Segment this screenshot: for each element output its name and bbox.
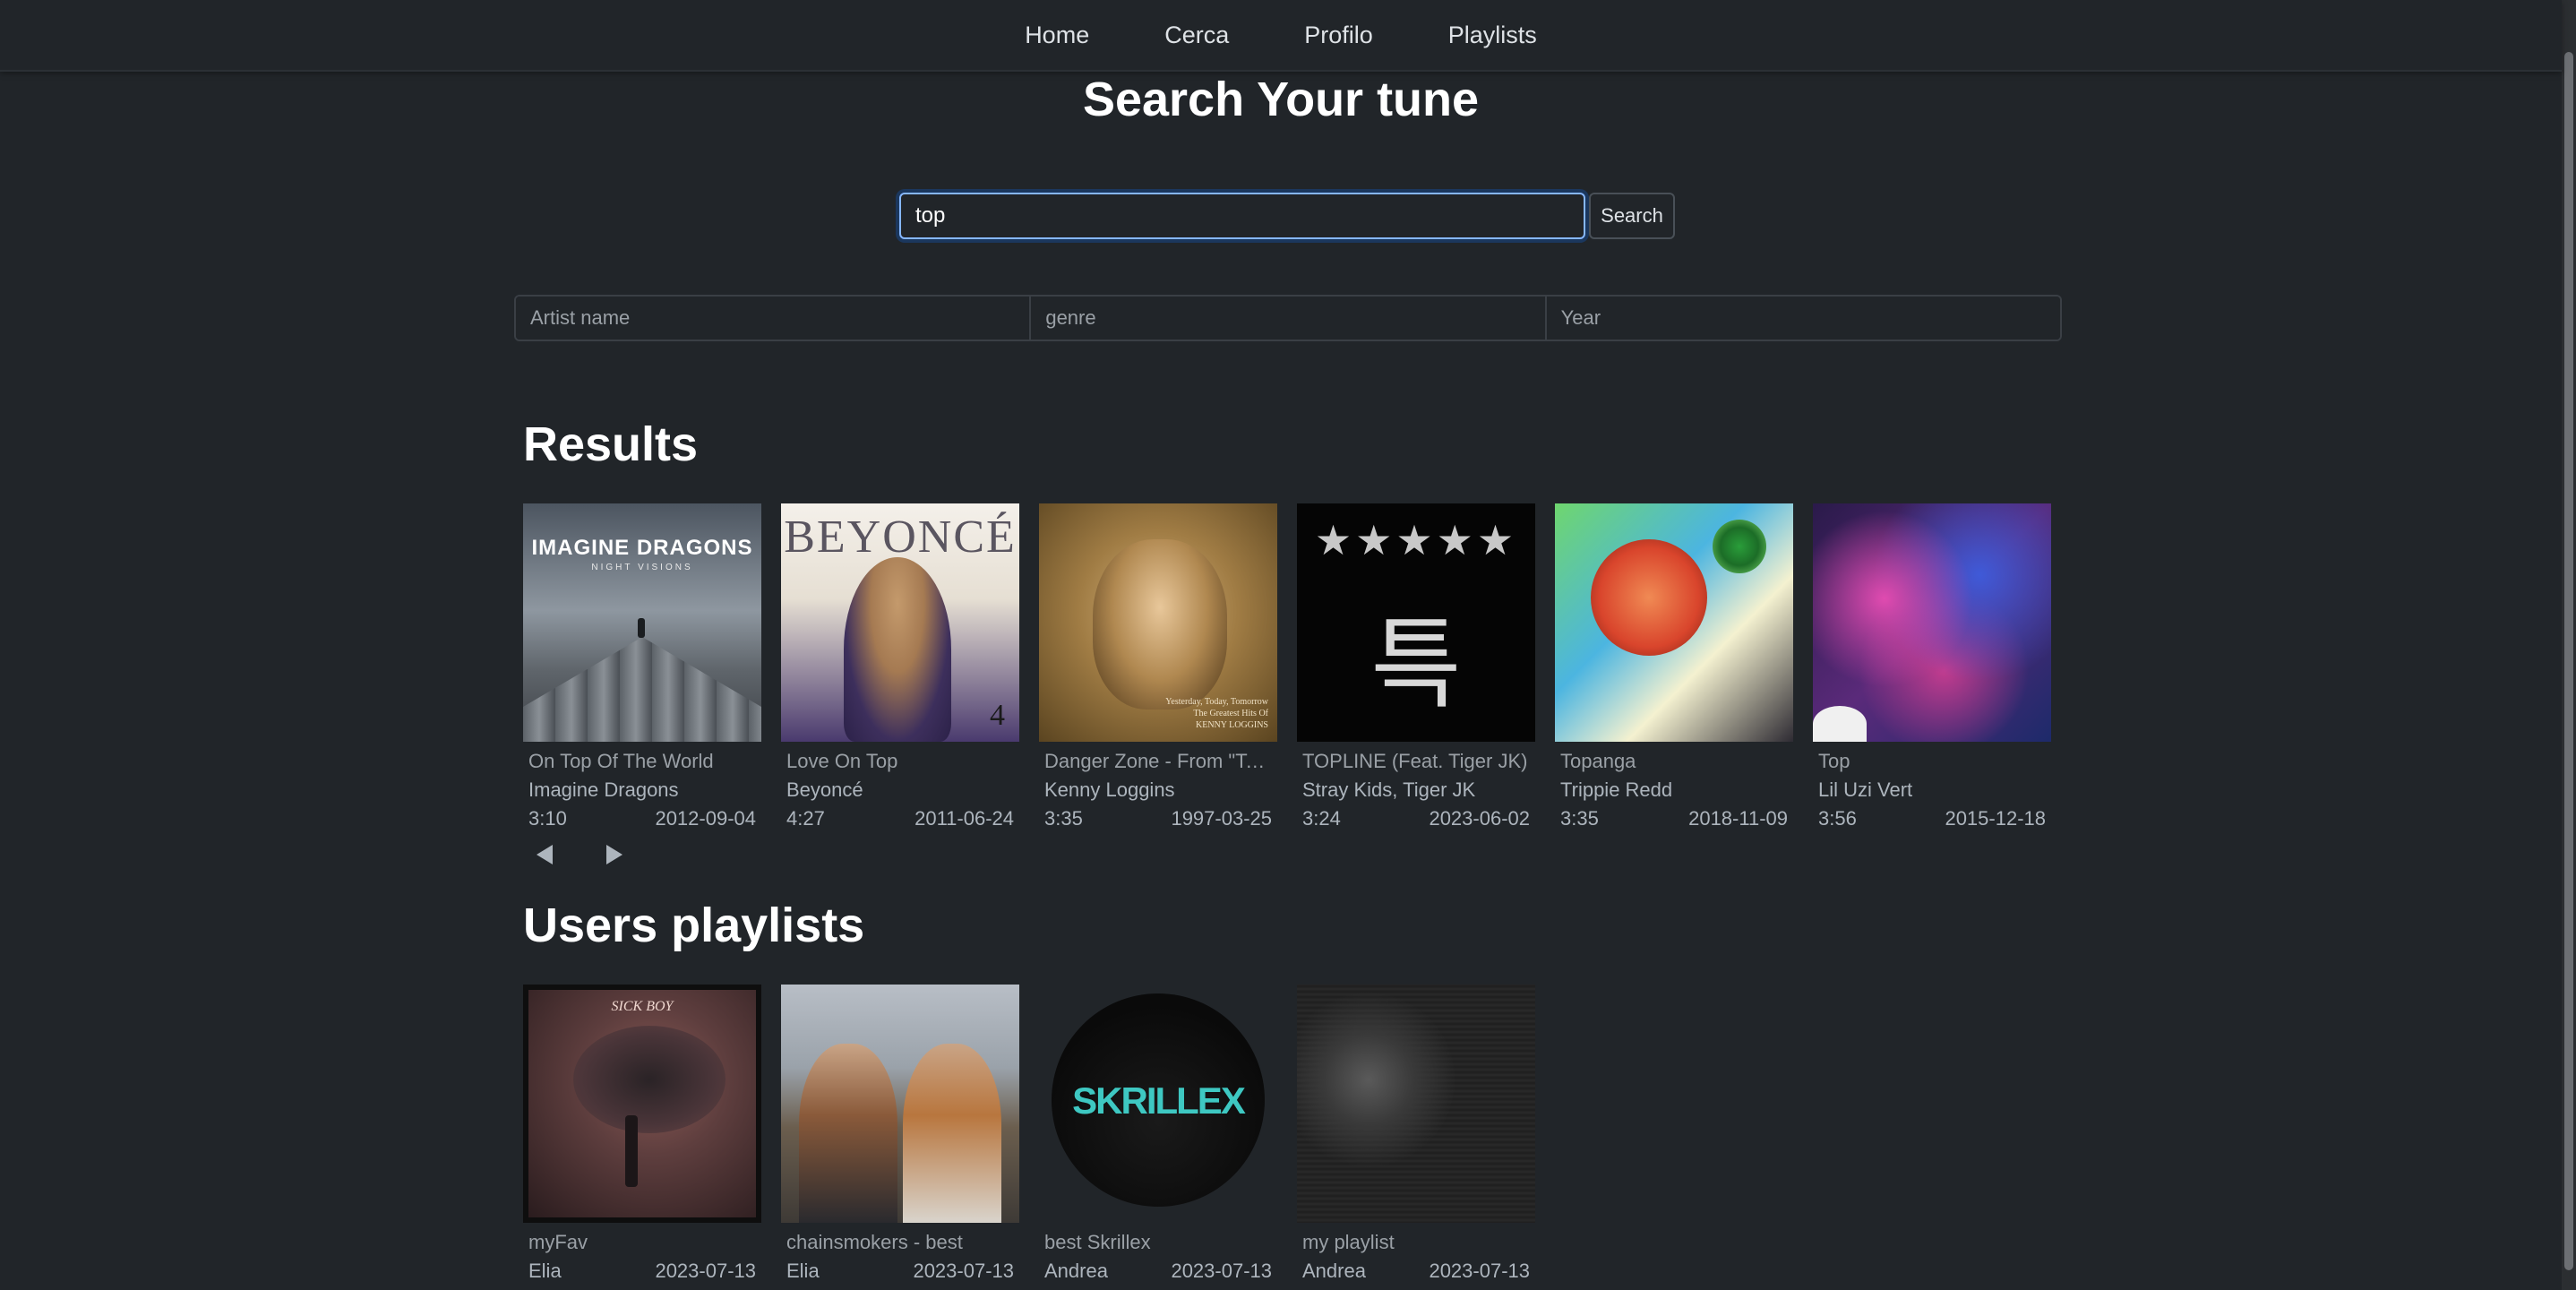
playlist-meta: Elia 2023-07-13 — [781, 1257, 1019, 1286]
nav-profilo-link[interactable]: Profilo — [1304, 22, 1373, 49]
top-navbar: Home Cerca Profilo Playlists — [0, 0, 2562, 72]
track-date: 1997-03-25 — [1171, 807, 1272, 830]
track-duration: 4:27 — [786, 807, 825, 830]
result-card[interactable]: Topanga Trippie Redd 3:35 2018-11-09 — [1555, 503, 1793, 833]
track-duration: 3:10 — [528, 807, 567, 830]
playlist-meta: Andrea 2023-07-13 — [1039, 1257, 1277, 1286]
cover-sub-text: 특 — [1370, 607, 1462, 722]
carousel-next-button[interactable] — [602, 842, 627, 867]
carousel-prev-button[interactable] — [532, 842, 557, 867]
cover-sub-text: NIGHT VISIONS — [591, 563, 693, 572]
playlist-date: 2023-07-13 — [655, 1260, 756, 1282]
playlist-card[interactable]: chainsmokers - best Elia 2023-07-13 — [781, 985, 1019, 1286]
artist-name-field[interactable] — [516, 297, 1032, 340]
result-card[interactable]: Yesterday, Today, Tomorrow The Greatest … — [1039, 503, 1277, 833]
track-meta: 3:35 2018-11-09 — [1555, 804, 1793, 833]
chevron-right-icon — [606, 845, 623, 864]
album-cover — [1813, 503, 2051, 742]
playlist-user: Andrea — [1044, 1260, 1108, 1282]
album-cover: ★★★★★ 특 — [1297, 503, 1535, 742]
result-card[interactable]: IMAGINE DRAGONS NIGHT VISIONS On Top Of … — [523, 503, 761, 833]
track-artist: Beyoncé — [786, 778, 863, 801]
track-artist: Stray Kids, Tiger JK — [1302, 778, 1476, 801]
results-heading: Results — [523, 417, 699, 471]
track-date: 2023-06-02 — [1429, 807, 1530, 830]
playlist-cover — [781, 985, 1019, 1223]
filter-group — [514, 295, 2062, 341]
genre-field[interactable] — [1031, 297, 1547, 340]
page-title: Search Your tune — [1082, 73, 1480, 126]
playlist-card[interactable]: SICK BOY myFav Elia 2023-07-13 — [523, 985, 761, 1286]
playlists-heading: Users playlists — [523, 899, 865, 952]
track-date: 2015-12-18 — [1945, 807, 2046, 830]
playlist-date: 2023-07-13 — [1429, 1260, 1530, 1282]
playlist-user: Elia — [528, 1260, 562, 1282]
track-meta: 3:35 1997-03-25 — [1039, 804, 1277, 833]
result-card[interactable]: BEYONCÉ 4 Love On Top Beyoncé 4:27 2011-… — [781, 503, 1019, 833]
playlist-cover: SKRILLEX — [1039, 985, 1277, 1223]
track-duration: 3:24 — [1302, 807, 1341, 830]
playlist-date: 2023-07-13 — [913, 1260, 1014, 1282]
playlist-cover: SICK BOY — [523, 985, 761, 1223]
track-date: 2011-06-24 — [914, 807, 1014, 830]
track-date: 2018-11-09 — [1688, 807, 1788, 830]
year-field[interactable] — [1546, 297, 2060, 340]
result-card[interactable]: Top Lil Uzi Vert 3:56 2015-12-18 — [1813, 503, 2051, 833]
track-title: On Top Of The World — [528, 750, 714, 772]
playlists-row: SICK BOY myFav Elia 2023-07-13 chainsmok… — [523, 985, 1535, 1286]
track-title: Love On Top — [786, 750, 898, 772]
track-meta: 3:10 2012-09-04 — [523, 804, 761, 833]
playlist-cover — [1297, 985, 1535, 1223]
result-card[interactable]: ★★★★★ 특 TOPLINE (Feat. Tiger JK) Stray K… — [1297, 503, 1535, 833]
results-carousel: IMAGINE DRAGONS NIGHT VISIONS On Top Of … — [523, 503, 2051, 833]
playlist-date: 2023-07-13 — [1171, 1260, 1272, 1282]
playlist-name: chainsmokers - best — [786, 1231, 963, 1253]
cover-brand-text: Yesterday, Today, Tomorrow The Greatest … — [1165, 697, 1268, 730]
search-button[interactable]: Search — [1589, 193, 1675, 239]
track-title: Danger Zone - From "To... — [1044, 750, 1273, 772]
cover-brand-text: SKRILLEX — [1072, 1079, 1246, 1122]
playlist-meta: Andrea 2023-07-13 — [1297, 1257, 1535, 1286]
nav-home-link[interactable]: Home — [1025, 22, 1089, 49]
track-meta: 4:27 2011-06-24 — [781, 804, 1019, 833]
cover-brand-text: IMAGINE DRAGONS — [531, 536, 753, 560]
track-date: 2012-09-04 — [655, 807, 756, 830]
album-cover — [1555, 503, 1793, 742]
cover-sub-text: 4 — [990, 699, 1005, 732]
cover-brand-text: SICK BOY — [611, 999, 674, 1014]
playlist-name: best Skrillex — [1044, 1231, 1151, 1253]
track-title: Top — [1818, 750, 1850, 772]
track-artist: Kenny Loggins — [1044, 778, 1175, 801]
search-input[interactable] — [899, 193, 1585, 239]
cover-brand-text: BEYONCÉ — [784, 512, 1017, 563]
playlist-user: Andrea — [1302, 1260, 1366, 1282]
playlist-user: Elia — [786, 1260, 820, 1282]
track-duration: 3:56 — [1818, 807, 1857, 830]
track-meta: 3:56 2015-12-18 — [1813, 804, 2051, 833]
track-duration: 3:35 — [1560, 807, 1599, 830]
scrollbar-thumb[interactable] — [2564, 52, 2573, 1270]
playlist-card[interactable]: my playlist Andrea 2023-07-13 — [1297, 985, 1535, 1286]
track-title: Topanga — [1560, 750, 1636, 772]
track-artist: Lil Uzi Vert — [1818, 778, 1913, 801]
track-title: TOPLINE (Feat. Tiger JK) — [1302, 750, 1528, 772]
nav-cerca-link[interactable]: Cerca — [1164, 22, 1229, 49]
album-cover: Yesterday, Today, Tomorrow The Greatest … — [1039, 503, 1277, 742]
album-cover: BEYONCÉ 4 — [781, 503, 1019, 742]
nav-playlists-link[interactable]: Playlists — [1448, 22, 1537, 49]
track-artist: Imagine Dragons — [528, 778, 679, 801]
playlist-meta: Elia 2023-07-13 — [523, 1257, 761, 1286]
track-meta: 3:24 2023-06-02 — [1297, 804, 1535, 833]
playlist-name: myFav — [528, 1231, 588, 1253]
cover-brand-text: ★★★★★ — [1314, 517, 1518, 563]
page-scrollbar[interactable] — [2562, 0, 2576, 1290]
chevron-left-icon — [537, 845, 553, 864]
playlist-name: my playlist — [1302, 1231, 1395, 1253]
track-duration: 3:35 — [1044, 807, 1083, 830]
track-artist: Trippie Redd — [1560, 778, 1673, 801]
playlist-card[interactable]: SKRILLEX best Skrillex Andrea 2023-07-13 — [1039, 985, 1277, 1286]
album-cover: IMAGINE DRAGONS NIGHT VISIONS — [523, 503, 761, 742]
